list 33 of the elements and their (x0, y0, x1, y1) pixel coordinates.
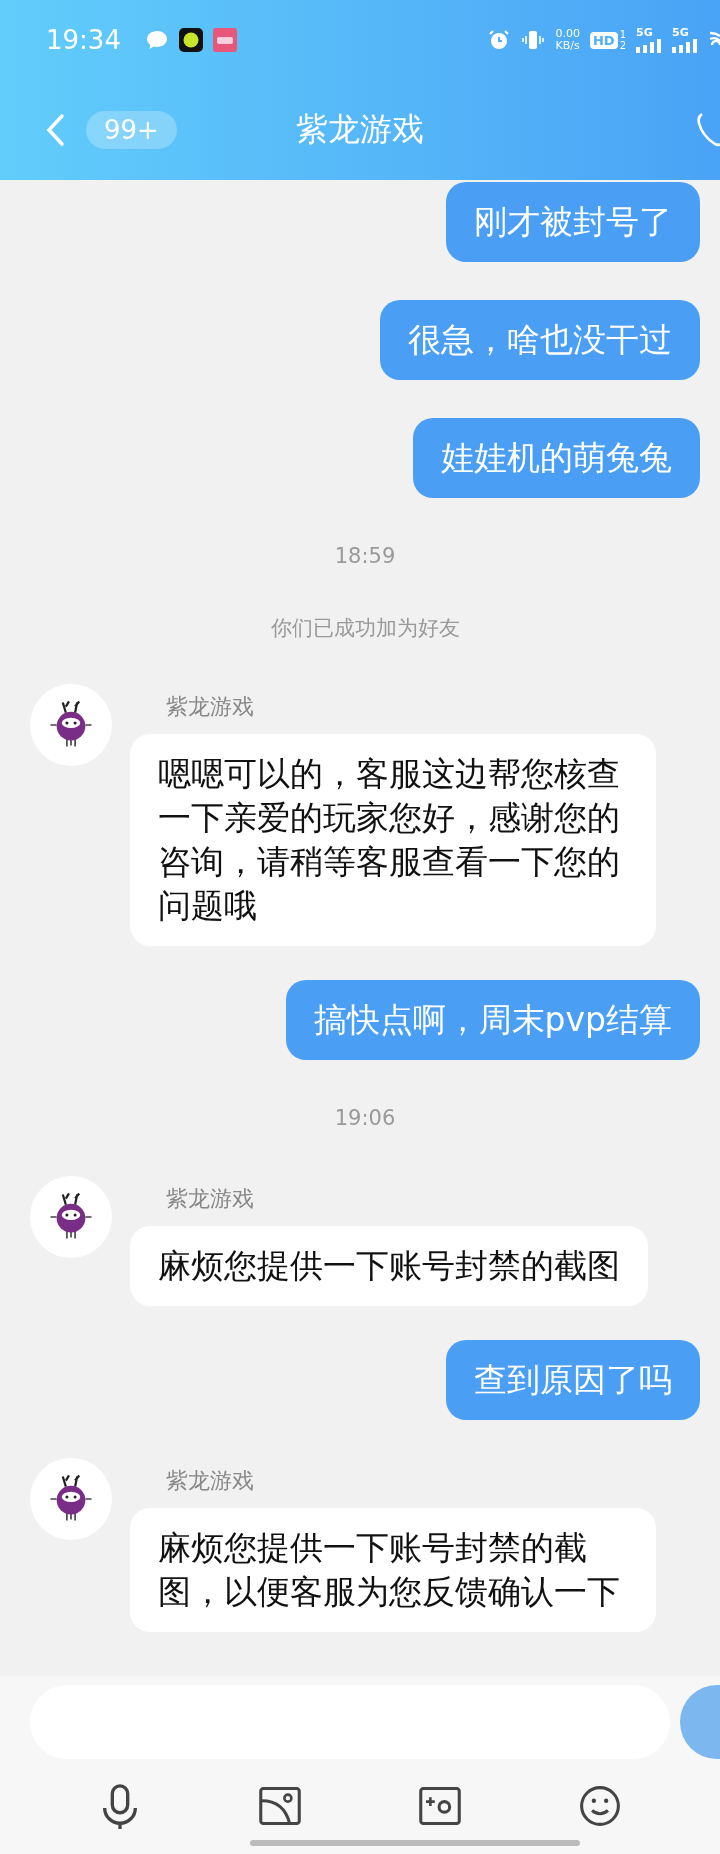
status-time: 19:34 (46, 25, 121, 55)
sent-message: 刚才被封号了 (446, 182, 700, 262)
sim-slot: 1 (619, 29, 626, 40)
app-icon (212, 28, 237, 52)
system-notice: 你们已成功加为好友 (270, 616, 460, 640)
network-speed: 0.00 (555, 28, 580, 40)
avatar[interactable] (30, 1176, 112, 1258)
emoji-icon[interactable] (579, 1783, 621, 1829)
sim-slot: 2 (619, 40, 626, 51)
sender-name: 紫龙游戏 (166, 1467, 254, 1495)
received-message: 嗯嗯可以的，客服这边帮您核查一下亲爱的玩家您好，感谢您的咨询，请稍等客服查看一下您的问题哦 (130, 734, 656, 946)
sent-message: 查到原因了吗 (446, 1340, 700, 1420)
sent-message: 娃娃机的萌兔兔 (413, 418, 700, 498)
network-type: 5G (672, 27, 690, 39)
sent-message: 搞快点啊，周末pvp结算 (285, 980, 700, 1060)
received-message: 麻烦您提供一下账号封禁的截图 (130, 1226, 648, 1306)
timestamp: 19:06 (334, 1106, 396, 1130)
sender-name: 紫龙游戏 (166, 1185, 254, 1213)
signal-icon (672, 39, 698, 53)
signal-icon (636, 39, 662, 53)
speed-unit: KB/s (555, 40, 580, 52)
received-message: 麻烦您提供一下账号封禁的截图，以便客服为您反馈确认一下 (130, 1508, 656, 1632)
avatar[interactable] (30, 1458, 112, 1540)
timestamp: 18:59 (334, 544, 396, 568)
chat-title: 紫龙游戏 (296, 109, 424, 150)
sender-name: 紫龙游戏 (166, 693, 254, 721)
sent-message: 很急，啥也没干过 (380, 300, 700, 380)
app-icon (178, 28, 203, 52)
hd-badge: HD (589, 31, 618, 49)
vibrate-icon (521, 28, 546, 52)
network-type: 5G (636, 27, 654, 39)
unread-badge[interactable]: 99+ (86, 111, 177, 149)
avatar[interactable] (30, 684, 112, 766)
